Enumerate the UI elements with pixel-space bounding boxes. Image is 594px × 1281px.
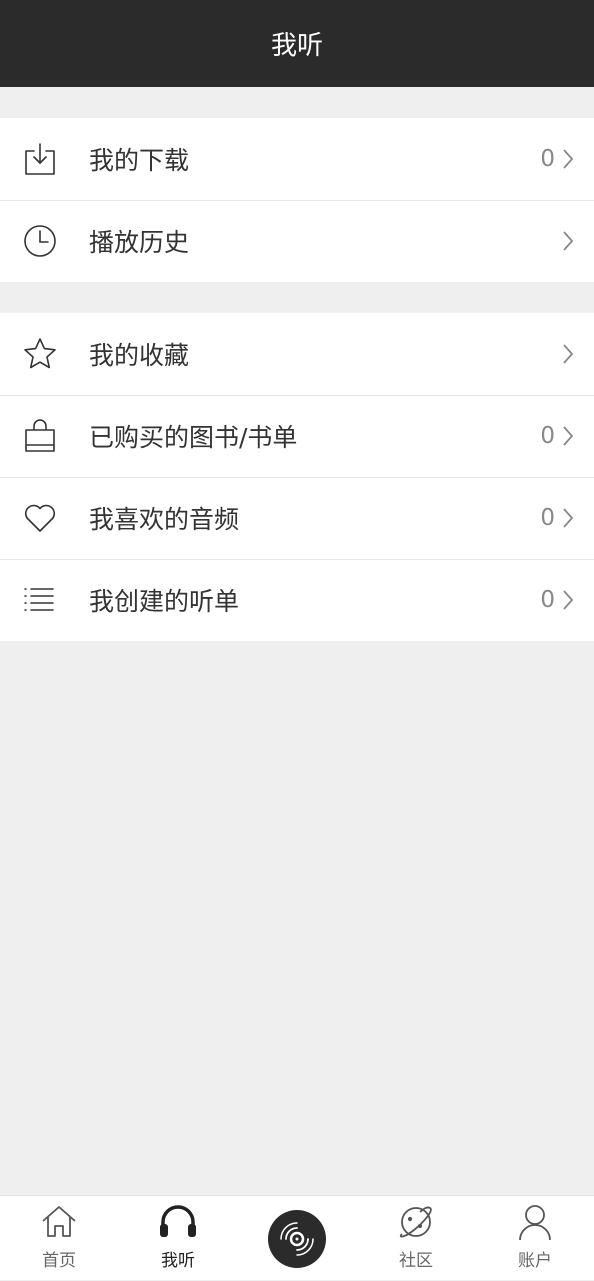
person-icon: [519, 1205, 551, 1241]
item-count: 0: [540, 423, 555, 449]
page-header: 我听: [0, 0, 594, 87]
tab-community[interactable]: 社区: [357, 1196, 475, 1281]
chevron-right-icon: [563, 344, 574, 364]
menu-item-liked-audio[interactable]: 我喜欢的音频 0: [0, 477, 594, 559]
menu-item-label: 我的收藏: [89, 341, 190, 370]
chevron-right-icon: [563, 590, 574, 610]
menu-item-label: 播放历史: [89, 228, 190, 257]
chevron-right-icon: [563, 426, 574, 446]
menu-item-created-playlists[interactable]: 我创建的听单 0: [0, 559, 594, 641]
heart-icon: [22, 500, 58, 536]
list-icon: [22, 582, 58, 618]
tab-label: 我听: [161, 1251, 195, 1271]
menu-item-my-favorites[interactable]: 我的收藏: [0, 313, 594, 395]
chevron-right-icon: [563, 149, 574, 169]
item-count: 0: [540, 146, 555, 172]
shopping-bag-icon: [22, 418, 58, 454]
menu-group-downloads-history: 我的下载 0 播放历史: [0, 118, 594, 282]
tab-listen[interactable]: 我听: [119, 1196, 237, 1281]
menu-item-label: 我创建的听单: [89, 587, 240, 616]
menu-item-label: 我的下载: [89, 146, 190, 175]
vinyl-record-icon: [280, 1222, 314, 1256]
planet-icon: [399, 1206, 432, 1238]
headphones-icon: [160, 1205, 196, 1237]
star-icon: [22, 336, 58, 372]
item-count: 0: [540, 505, 555, 531]
chevron-right-icon: [563, 508, 574, 528]
bottom-tab-bar: 首页 我听 社区 账户: [0, 1195, 594, 1280]
tab-label: 账户: [518, 1251, 552, 1271]
tab-label: 首页: [42, 1251, 76, 1271]
menu-item-my-downloads[interactable]: 我的下载 0: [0, 118, 594, 200]
clock-icon: [22, 223, 58, 259]
menu-item-label: 已购买的图书/书单: [89, 423, 298, 452]
menu-group-collections: 我的收藏 已购买的图书/书单 0 我喜欢的音频 0 我创建的听单 0: [0, 313, 594, 641]
tab-home[interactable]: 首页: [0, 1196, 118, 1281]
menu-item-purchased-books[interactable]: 已购买的图书/书单 0: [0, 395, 594, 477]
now-playing-button[interactable]: [268, 1210, 326, 1268]
chevron-right-icon: [563, 231, 574, 251]
tab-account[interactable]: 账户: [476, 1196, 594, 1281]
item-count: 0: [540, 587, 555, 613]
tab-label: 社区: [399, 1251, 433, 1271]
page-title: 我听: [270, 31, 323, 61]
menu-item-label: 我喜欢的音频: [89, 505, 240, 534]
home-icon: [42, 1206, 76, 1237]
menu-item-play-history[interactable]: 播放历史: [0, 200, 594, 282]
download-icon: [22, 141, 58, 177]
